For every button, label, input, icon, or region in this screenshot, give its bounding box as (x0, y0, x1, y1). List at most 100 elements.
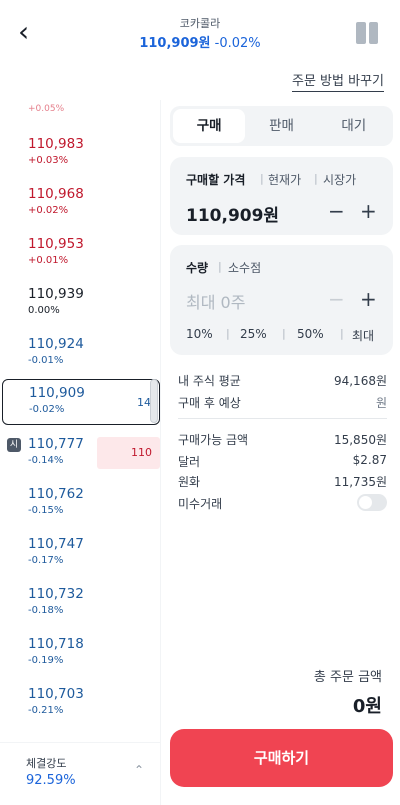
quantity-25-percent[interactable]: 25% (240, 327, 267, 341)
order-book-scrollbar[interactable] (150, 379, 158, 423)
separator: | (340, 327, 344, 340)
quantity-type-fractional[interactable]: 소수점 (228, 259, 261, 276)
order-book-row[interactable]: 110,939 0.00% (0, 280, 160, 330)
price-type-limit[interactable]: 구매할 가격 (186, 171, 245, 188)
tab-pending[interactable]: 대기 (318, 109, 390, 143)
order-book-row[interactable]: 110,762 -0.15% (0, 480, 160, 530)
expected-value: 원 (375, 396, 387, 410)
dollar-value: $2.87 (352, 453, 387, 467)
order-book-top-partial: +0.05% (28, 104, 65, 114)
row-price: 110,909 (29, 385, 85, 401)
order-book-row[interactable]: 110,983 +0.03% (0, 130, 160, 180)
price-plus-button[interactable]: + (360, 201, 377, 221)
price-minus-button[interactable]: − (328, 201, 345, 221)
trade-strength-label: 체결강도 (26, 757, 67, 770)
won-label: 원화 (178, 475, 201, 489)
price-type-current[interactable]: 현재가 (268, 171, 301, 188)
won-value: 11,735원 (333, 475, 387, 489)
quantity-plus-button[interactable]: + (360, 289, 377, 309)
row-rate: -0.18% (28, 605, 64, 616)
order-book-row[interactable]: 110,924 -0.01% (0, 330, 160, 380)
row-price: 110,924 (28, 336, 84, 352)
available-value: 15,850원 (333, 433, 387, 447)
total-order-value: 0원 (352, 696, 382, 717)
row-rate: -0.15% (28, 505, 64, 516)
quantity-type-shares[interactable]: 수량 (186, 259, 208, 276)
stock-change: -0.02% (214, 36, 261, 51)
order-book-row[interactable]: 110,718 -0.19% (0, 630, 160, 680)
row-rate: -0.02% (29, 404, 65, 415)
stock-name: 코카콜라 (179, 17, 221, 30)
separator: | (314, 172, 318, 185)
row-price: 110,762 (28, 486, 84, 502)
row-rate: 0.00% (28, 305, 60, 316)
row-rate: +0.02% (28, 205, 69, 216)
price-value[interactable]: 110,909원 (186, 201, 279, 226)
order-book[interactable]: +0.05% 110,983 +0.03% 110,968 +0.02% 110… (0, 100, 160, 740)
trade-strength-value: 92.59% (26, 773, 76, 788)
row-price: 110,953 (28, 236, 84, 252)
row-price: 110,732 (28, 586, 84, 602)
dollar-row: 달러 $2.87 (178, 453, 387, 470)
change-order-method-link[interactable]: 주문 방법 바꾸기 (292, 70, 384, 92)
separator: | (218, 260, 222, 273)
separator: | (226, 327, 230, 340)
order-book-row[interactable]: 110,747 -0.17% (0, 530, 160, 580)
expected-label: 구매 후 예상 (178, 396, 241, 410)
tab-sell[interactable]: 판매 (245, 109, 317, 143)
price-card: 구매할 가격 | 현재가 | 시장가 110,909원 − + (170, 157, 393, 235)
trade-strength[interactable]: 체결강도 92.59% ⌃ (0, 742, 160, 805)
row-rate: -0.17% (28, 555, 64, 566)
quantity-card: 수량 | 소수점 최대 0주 − + 10% | 25% | 50% | 최대 (170, 245, 393, 355)
row-price: 110,939 (28, 286, 84, 302)
split-view-icon[interactable] (356, 22, 378, 44)
row-rate: -0.14% (28, 455, 64, 466)
order-book-row[interactable]: 110,732 -0.18% (0, 580, 160, 630)
unsettled-label: 미수거래 (178, 497, 223, 511)
quantity-minus-button[interactable]: − (328, 289, 345, 309)
row-price: 110,968 (28, 186, 84, 202)
quantity-10-percent[interactable]: 10% (186, 327, 213, 341)
row-rate: -0.01% (28, 355, 64, 366)
won-row: 원화 11,735원 (178, 473, 387, 490)
row-rate: -0.19% (28, 655, 64, 666)
row-rate: -0.21% (28, 705, 64, 716)
stock-price-line: 110,909원 -0.02% (0, 32, 400, 51)
price-type-market[interactable]: 시장가 (323, 171, 356, 188)
avg-price-row: 내 주식 평균 94,168원 (178, 372, 387, 389)
available-label: 구매가능 금액 (178, 433, 249, 447)
quantity-50-percent[interactable]: 50% (297, 327, 324, 341)
tab-buy[interactable]: 구매 (173, 109, 246, 143)
avg-price-label: 내 주식 평균 (178, 374, 241, 388)
total-order-label: 총 주문 금액 (313, 670, 382, 685)
sell-volume-bar: 110 (97, 437, 160, 469)
quantity-max[interactable]: 최대 (352, 327, 374, 344)
divider (178, 418, 387, 419)
sell-volume-qty: 110 (131, 446, 152, 459)
stock-price: 110,909원 (139, 36, 211, 51)
open-price-badge: 시 (7, 438, 21, 452)
unsettled-toggle[interactable] (357, 494, 387, 511)
order-book-row[interactable]: 110,953 +0.01% (0, 230, 160, 280)
order-book-row-current[interactable]: 110,909 -0.02% 14 (2, 379, 160, 425)
unsettled-row: 미수거래 (178, 495, 387, 512)
row-quantity: 14 (137, 396, 151, 409)
quantity-input[interactable]: 최대 0주 (186, 289, 245, 313)
dollar-label: 달러 (178, 455, 201, 469)
row-price: 110,777 (28, 436, 84, 452)
expected-row: 구매 후 예상 원 (178, 394, 387, 411)
order-tabs: 구매 판매 대기 (170, 106, 393, 146)
panel-divider (160, 100, 161, 805)
chevron-up-icon[interactable]: ⌃ (134, 763, 144, 777)
header: ‹ 코카콜라 110,909원 -0.02% (0, 0, 400, 62)
row-price: 110,983 (28, 136, 84, 152)
order-book-row[interactable]: 110,703 -0.21% (0, 680, 160, 730)
row-rate: +0.03% (28, 155, 69, 166)
buy-button[interactable]: 구매하기 (170, 729, 393, 787)
available-row: 구매가능 금액 15,850원 (178, 431, 387, 448)
order-book-row[interactable]: 110,968 +0.02% (0, 180, 160, 230)
separator: | (260, 172, 264, 185)
avg-price-value: 94,168원 (333, 374, 387, 388)
row-price: 110,703 (28, 686, 84, 702)
row-rate: +0.01% (28, 255, 69, 266)
